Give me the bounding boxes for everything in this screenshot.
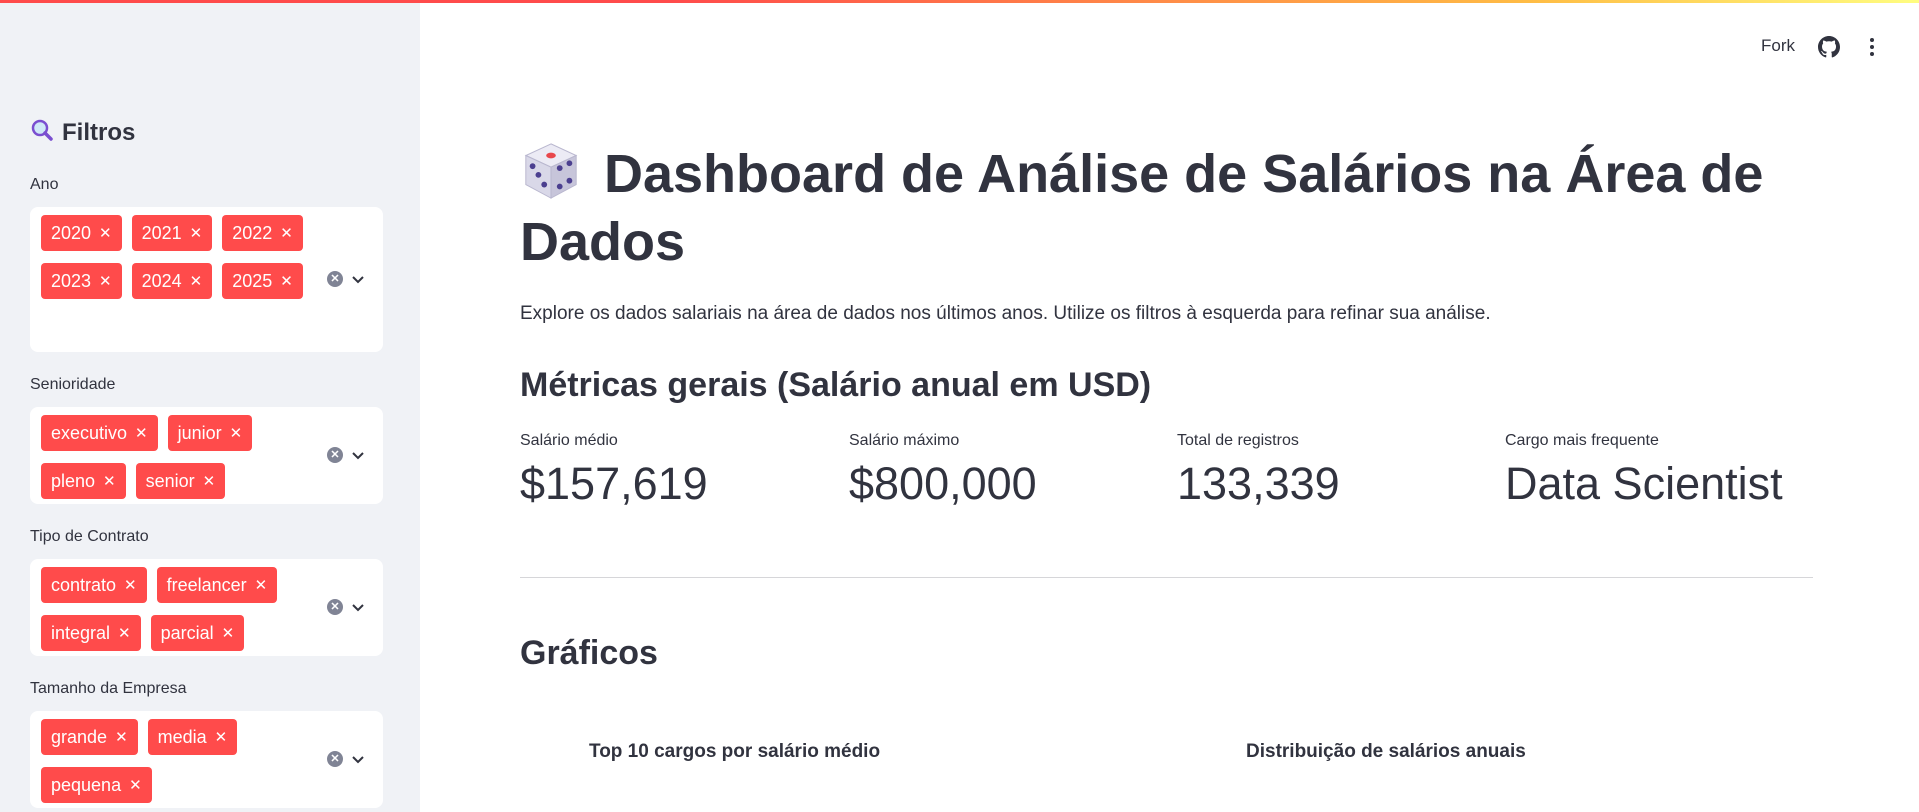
clear-all-icon[interactable]: ✕: [327, 271, 343, 287]
page-title-text: Dashboard de Análise de Salários na Área…: [520, 144, 1764, 272]
metric-salario-medio: Salário médio $157,619: [520, 432, 708, 510]
remove-chip-icon[interactable]: ✕: [222, 626, 235, 641]
chip-contrato-freelancer[interactable]: freelancer ✕: [156, 567, 278, 603]
chart-title-distribuicao-salarios: Distribuição de salários anuais: [1246, 741, 1526, 762]
chevron-down-icon[interactable]: [351, 448, 365, 462]
top-decoration-bar: [0, 0, 1919, 3]
metric-value: $157,619: [520, 458, 708, 509]
chip-ano-2024[interactable]: 2024 ✕: [131, 263, 213, 299]
chip-contrato-parcial[interactable]: parcial ✕: [150, 615, 245, 651]
remove-chip-icon[interactable]: ✕: [190, 274, 203, 289]
multiselect-tamanho-empresa[interactable]: grande ✕ media ✕ pequena ✕ ✕: [30, 711, 383, 808]
remove-chip-icon[interactable]: ✕: [215, 730, 228, 745]
page-subtitle: Explore os dados salariais na área de da…: [520, 303, 1491, 324]
chip-senioridade-junior[interactable]: junior ✕: [167, 415, 253, 451]
remove-chip-icon[interactable]: ✕: [124, 578, 137, 593]
metric-cargo-frequente: Cargo mais frequente Data Scientist: [1505, 432, 1783, 510]
chevron-down-icon[interactable]: [351, 600, 365, 614]
chips-tamanho-empresa: grande ✕ media ✕ pequena ✕: [41, 719, 311, 803]
divider: [520, 577, 1813, 578]
remove-chip-icon[interactable]: ✕: [115, 730, 128, 745]
remove-chip-icon[interactable]: ✕: [230, 426, 243, 441]
clear-all-icon[interactable]: ✕: [327, 447, 343, 463]
chip-ano-2023[interactable]: 2023 ✕: [41, 263, 122, 299]
clear-all-icon[interactable]: ✕: [327, 599, 343, 615]
remove-chip-icon[interactable]: ✕: [280, 274, 293, 289]
multiselect-tipo-contrato[interactable]: contrato ✕ freelancer ✕ integral ✕ parcial ✕…: [30, 559, 383, 656]
remove-chip-icon[interactable]: ✕: [103, 474, 116, 489]
remove-chip-icon[interactable]: ✕: [190, 226, 203, 241]
metric-salario-maximo: Salário máximo $800,000: [849, 432, 1037, 510]
metrics-header: Métricas gerais (Salário anual em USD): [520, 366, 1152, 404]
chip-ano-2022[interactable]: 2022 ✕: [222, 215, 303, 251]
sidebar-title: Filtros: [30, 118, 135, 148]
metric-value: Data Scientist: [1505, 458, 1783, 509]
dice-icon: [524, 143, 578, 199]
filter-label-tipo-contrato: Tipo de Contrato: [30, 528, 149, 545]
page-title: Dashboard de Análise de Salários na Área…: [520, 140, 1820, 276]
metric-label: Total de registros: [1177, 432, 1299, 449]
chip-contrato-integral[interactable]: integral ✕: [41, 615, 141, 651]
filter-label-ano: Ano: [30, 176, 59, 193]
magnifier-icon: [30, 118, 54, 148]
chip-ano-2025[interactable]: 2025 ✕: [222, 263, 303, 299]
chip-tamanho-grande[interactable]: grande ✕: [41, 719, 138, 755]
chips-senioridade: executivo ✕ junior ✕ pleno ✕ senior ✕: [41, 415, 311, 499]
chip-ano-2021[interactable]: 2021 ✕: [131, 215, 213, 251]
kebab-menu-icon[interactable]: [1864, 36, 1880, 58]
filter-label-tamanho-empresa: Tamanho da Empresa: [30, 680, 187, 697]
fork-link[interactable]: Fork: [1761, 36, 1795, 56]
chips-tipo-contrato: contrato ✕ freelancer ✕ integral ✕ parcial ✕: [41, 567, 311, 651]
remove-chip-icon[interactable]: ✕: [99, 274, 112, 289]
metric-total-registros: Total de registros 133,339: [1177, 432, 1340, 510]
sidebar-title-text: Filtros: [62, 119, 136, 146]
chips-ano: 2020 ✕ 2021 ✕ 2022 ✕ 2023 ✕ 2024 ✕ 2025 ✕: [41, 215, 311, 299]
chip-ano-2020[interactable]: 2020 ✕: [41, 215, 122, 251]
remove-chip-icon[interactable]: ✕: [280, 226, 293, 241]
multiselect-ano[interactable]: 2020 ✕ 2021 ✕ 2022 ✕ 2023 ✕ 2024 ✕ 2025 ✕ ✕: [30, 207, 383, 352]
metric-value: 133,339: [1177, 458, 1340, 509]
chevron-down-icon[interactable]: [351, 272, 365, 286]
clear-all-icon[interactable]: ✕: [327, 751, 343, 767]
chart-title-top10-cargos: Top 10 cargos por salário médio: [589, 741, 881, 762]
remove-chip-icon[interactable]: ✕: [118, 626, 131, 641]
chevron-down-icon[interactable]: [351, 752, 365, 766]
github-icon[interactable]: [1818, 36, 1840, 58]
remove-chip-icon[interactable]: ✕: [99, 226, 112, 241]
sidebar: Filtros Ano 2020 ✕ 2021 ✕ 2022 ✕ 2023 ✕ 2024…: [0, 0, 420, 812]
multiselect-senioridade[interactable]: executivo ✕ junior ✕ pleno ✕ senior ✕ ✕: [30, 407, 383, 504]
remove-chip-icon[interactable]: ✕: [203, 474, 216, 489]
metric-label: Salário máximo: [849, 432, 960, 449]
chip-senioridade-pleno[interactable]: pleno ✕: [41, 463, 126, 499]
chip-senioridade-executivo[interactable]: executivo ✕: [41, 415, 158, 451]
remove-chip-icon[interactable]: ✕: [255, 578, 268, 593]
filter-label-senioridade: Senioridade: [30, 376, 116, 393]
remove-chip-icon[interactable]: ✕: [135, 426, 148, 441]
charts-header: Gráficos: [520, 634, 658, 672]
metric-label: Cargo mais frequente: [1505, 432, 1659, 449]
remove-chip-icon[interactable]: ✕: [129, 778, 142, 793]
metric-label: Salário médio: [520, 432, 618, 449]
metric-value: $800,000: [849, 458, 1037, 509]
chip-contrato-contrato[interactable]: contrato ✕: [41, 567, 147, 603]
chip-tamanho-pequena[interactable]: pequena ✕: [41, 767, 152, 803]
chip-senioridade-senior[interactable]: senior ✕: [135, 463, 226, 499]
chip-tamanho-media[interactable]: media ✕: [147, 719, 238, 755]
